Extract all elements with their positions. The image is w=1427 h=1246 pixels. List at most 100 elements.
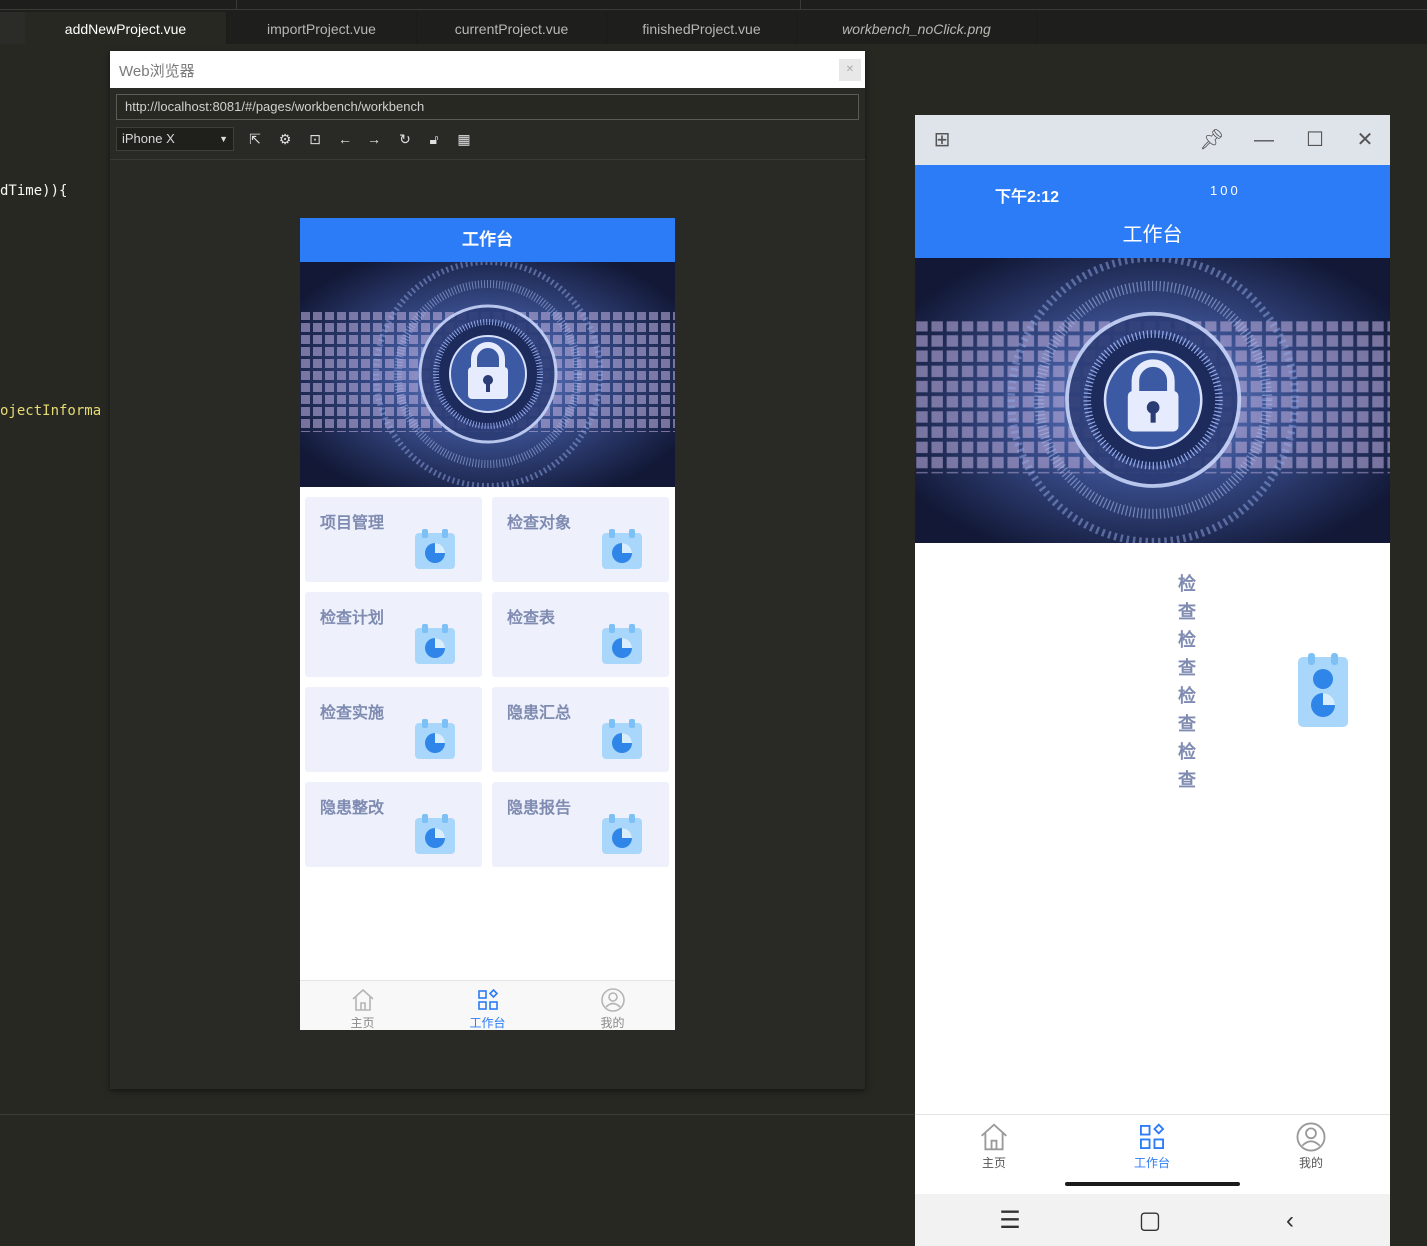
editor-bottom-panel [0, 1114, 915, 1246]
close-icon[interactable]: ✕ [839, 59, 861, 81]
tab-label: 工作台 [469, 1016, 506, 1030]
workbench-icon [1140, 1123, 1165, 1149]
tab-addnewproject[interactable]: addNewProject.vue [25, 12, 227, 44]
web-browser-panel: Web浏览器 ✕ http://localhost:8081/#/pages/w… [110, 51, 865, 1089]
card-inspection-plan[interactable]: 检查计划 [305, 592, 482, 677]
workbench-icon [477, 988, 498, 1010]
tab-label: 工作台 [1133, 1156, 1170, 1170]
android-nav-bar: ☰ ▢ ‹ [915, 1194, 1390, 1246]
add-device-icon[interactable]: ⊞ [927, 125, 957, 155]
calendar-chart-icon [602, 624, 642, 664]
home-indicator[interactable] [1065, 1182, 1240, 1186]
square-home-icon[interactable]: ▢ [1135, 1206, 1165, 1236]
calendar-chart-icon [602, 529, 642, 569]
pin-icon[interactable]: 📌︎ [1197, 125, 1227, 155]
home-icon [981, 1123, 1007, 1151]
tab-label: 主页 [981, 1156, 1006, 1170]
tab-label: 我的 [600, 1016, 625, 1030]
web-browser-titlebar: Web浏览器 ✕ [110, 51, 865, 88]
terminal-icon[interactable]: ⊡ [306, 130, 324, 148]
user-icon [1296, 1122, 1326, 1152]
lock-icon[interactable]: 🔓︎ [425, 130, 443, 148]
card-title: 检查对象 [507, 515, 572, 532]
mirror-app-header: 下午2:12 100 工作台 [915, 165, 1390, 258]
tab-gutter [0, 12, 25, 44]
device-select[interactable]: iPhone X ▼ [116, 127, 234, 151]
tab-importproject[interactable]: importProject.vue [227, 12, 417, 44]
refresh-icon[interactable]: ↻ [396, 130, 414, 148]
tab-mine[interactable]: 我的 [1232, 1115, 1390, 1195]
card-inspection-object[interactable]: 检查对象 [492, 497, 669, 582]
card-checklist[interactable]: 检查表 [492, 592, 669, 677]
calendar-chart-icon [415, 529, 455, 569]
card-label: 检查 [1178, 574, 1196, 622]
editor-tab-topline [0, 0, 1427, 10]
caret-down-icon: ▼ [219, 134, 228, 144]
tab-label: 我的 [1298, 1156, 1323, 1170]
card-title: 隐患汇总 [507, 705, 572, 722]
gear-icon[interactable]: ⚙ [276, 130, 294, 148]
status-time: 下午2:12 [995, 189, 1060, 206]
simulated-phone: 工作台 项目管理 检查对象 检查计划 检查表 检查实施 隐患汇总 隐患整改 隐患… [300, 218, 675, 1030]
card-hazard-summary[interactable]: 隐患汇总 [492, 687, 669, 772]
menu-icon[interactable]: ☰ [995, 1206, 1025, 1236]
tab-mine[interactable]: 我的 [550, 981, 675, 1030]
external-link-icon[interactable]: ⇱ [246, 130, 264, 148]
minimize-icon[interactable]: — [1249, 125, 1279, 155]
card-label: 检查 [1178, 686, 1196, 734]
card-hazard-report[interactable]: 隐患报告 [492, 782, 669, 867]
tab-label: 主页 [350, 1016, 375, 1030]
close-icon[interactable]: ✕ [1350, 125, 1380, 155]
web-browser-title: Web浏览器 [119, 63, 195, 80]
tab-finishedproject[interactable]: finishedProject.vue [607, 12, 797, 44]
tab-home[interactable]: 主页 [915, 1115, 1073, 1195]
tab-home[interactable]: 主页 [300, 981, 425, 1030]
tab-divider [236, 0, 237, 10]
security-banner-image [915, 258, 1390, 543]
battery-level: 100 [1210, 183, 1241, 198]
divider [110, 159, 865, 160]
card-title: 检查表 [507, 610, 556, 627]
card-project-management[interactable]: 项目管理 [305, 497, 482, 582]
url-input[interactable]: http://localhost:8081/#/pages/workbench/… [116, 94, 859, 120]
page-title: 工作台 [1122, 224, 1183, 246]
phone-mirror-window: ⊞ 📌︎ — ☐ ✕ 下午2:12 100 工作台 检查 检查 检查 检查 主页… [915, 115, 1390, 1246]
calendar-chart-icon [415, 814, 455, 854]
security-banner-image [300, 262, 675, 487]
maximize-icon[interactable]: ☐ [1300, 125, 1330, 155]
card-title: 项目管理 [320, 515, 385, 532]
tab-workbench[interactable]: 工作台 [425, 981, 550, 1030]
calendar-chart-icon [415, 624, 455, 664]
card-title: 隐患报告 [507, 800, 572, 817]
mirror-titlebar: ⊞ 📌︎ — ☐ ✕ [915, 115, 1390, 165]
user-icon [600, 988, 625, 1012]
card-title: 隐患整改 [320, 800, 385, 817]
card-title: 检查计划 [320, 610, 385, 627]
tab-currentproject[interactable]: currentProject.vue [417, 12, 607, 44]
editor-tab-bar: addNewProject.vue importProject.vue curr… [0, 0, 1427, 44]
tab-divider [800, 0, 801, 10]
padlock-banner-graphic [300, 262, 675, 487]
code-line[interactable]: dTime)){ [0, 183, 67, 199]
calendar-chart-icon [602, 814, 642, 854]
padlock-banner-graphic [915, 258, 1390, 543]
card-label: 检查 [1178, 742, 1196, 790]
device-select-value: iPhone X [122, 131, 175, 146]
card-hazard-rectification[interactable]: 隐患整改 [305, 782, 482, 867]
calendar-chart-icon [1298, 653, 1348, 727]
code-line[interactable]: ojectInforma [0, 403, 101, 419]
arrow-left-icon[interactable]: ← [336, 130, 354, 148]
home-icon [351, 988, 374, 1011]
back-icon[interactable]: ‹ [1275, 1206, 1305, 1236]
card-inspection-execution[interactable]: 检查实施 [305, 687, 482, 772]
overlapping-card-labels: 检查 检查 检查 检查 [1177, 570, 1197, 794]
card-label: 检查 [1178, 630, 1196, 678]
arrow-right-icon[interactable]: → [365, 130, 383, 148]
card-title: 检查实施 [320, 705, 385, 722]
qr-code-icon[interactable]: ▦ [455, 130, 473, 148]
calendar-chart-icon [602, 719, 642, 759]
calendar-chart-icon [415, 719, 455, 759]
bottom-tab-bar: 主页 工作台 我的 [300, 980, 675, 1030]
tab-workbench-png[interactable]: workbench_noClick.png [797, 12, 1037, 44]
page-title: 工作台 [300, 218, 675, 262]
